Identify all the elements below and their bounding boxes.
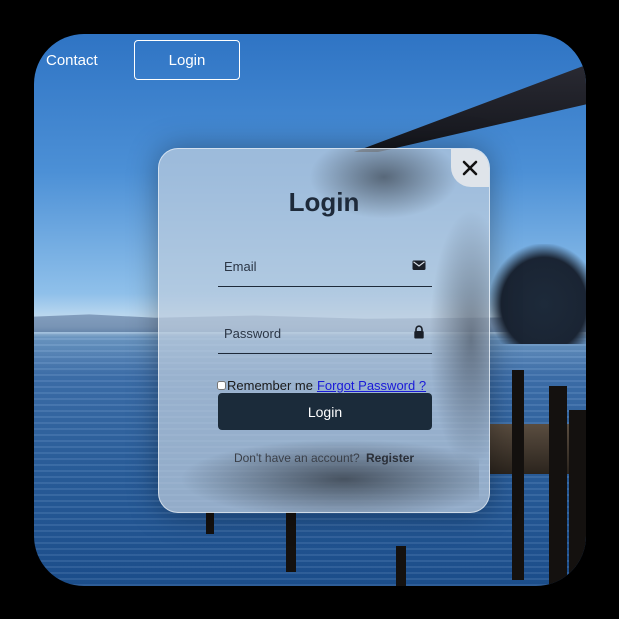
password-field-wrapper (218, 315, 432, 354)
pier-post (206, 512, 214, 534)
pier-post (569, 410, 586, 586)
pier-post (549, 386, 567, 586)
email-field-wrapper (218, 248, 432, 287)
tree-cluster (489, 244, 586, 344)
register-link[interactable]: Register (366, 451, 414, 465)
remember-me-label: Remember me (227, 377, 313, 393)
register-prompt-text: Don't have an account? (233, 451, 360, 465)
email-input[interactable] (222, 254, 406, 278)
nav-login-button[interactable]: Login (134, 40, 240, 80)
login-modal: Login Remember me Forgot Password ? Logi… (158, 148, 490, 513)
envelope-icon (412, 260, 426, 270)
password-input[interactable] (222, 321, 406, 345)
remember-me-checkbox[interactable] (217, 380, 226, 390)
login-options: Remember me Forgot Password ? (217, 377, 437, 393)
lock-icon (414, 325, 424, 339)
boathouse-roof (354, 62, 586, 152)
register-prompt: Don't have an account? Register (159, 451, 489, 465)
login-submit-button[interactable]: Login (218, 393, 432, 430)
glass-blur (429, 209, 489, 469)
pier-post (286, 512, 296, 572)
modal-title: Login (288, 187, 360, 217)
close-icon (462, 160, 478, 176)
pier-post (512, 370, 524, 580)
close-button[interactable] (451, 149, 489, 187)
forgot-password-link[interactable]: Forgot Password ? (317, 378, 426, 393)
nav-contact-link[interactable]: Contact (46, 52, 98, 69)
pier-post (396, 546, 406, 586)
